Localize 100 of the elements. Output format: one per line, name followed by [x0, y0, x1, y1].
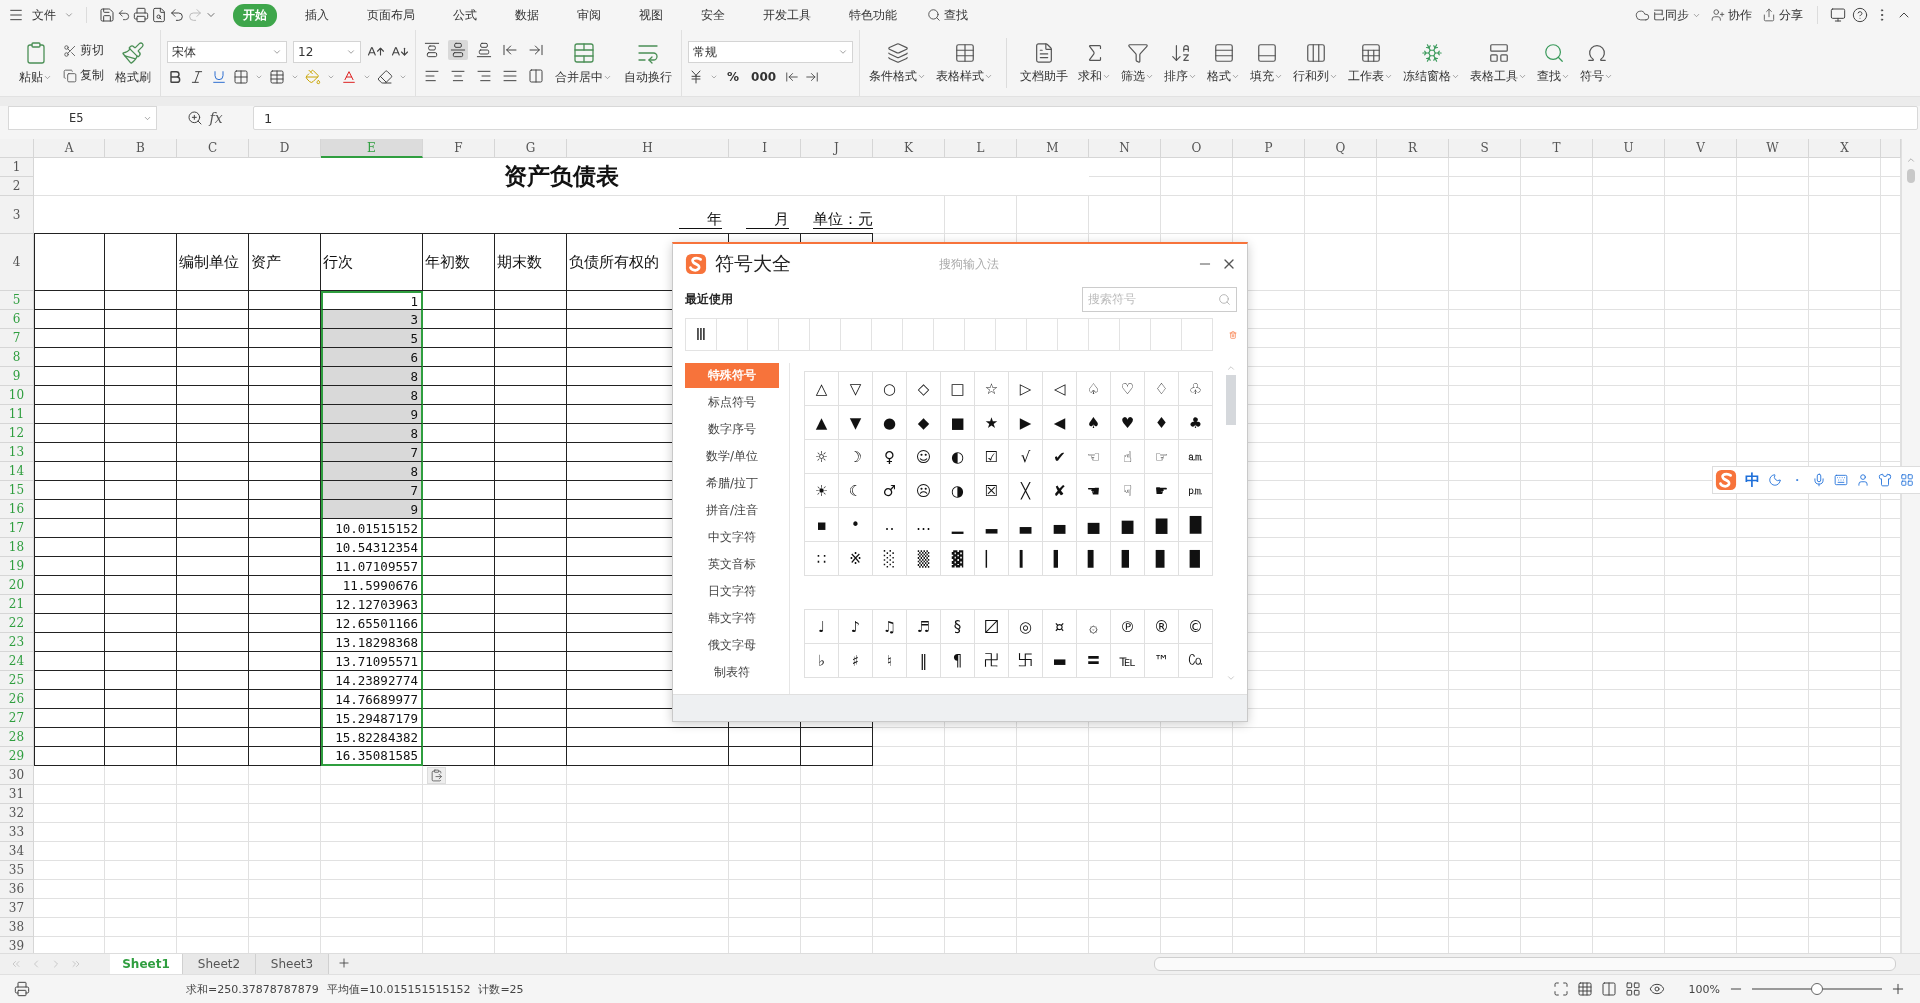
- category-item[interactable]: 韩文字符: [685, 606, 779, 631]
- eraser-icon[interactable]: [377, 69, 393, 85]
- input-mode[interactable]: 中: [1745, 470, 1760, 490]
- symbol-button[interactable]: ۞: [1077, 610, 1111, 644]
- symbol-button[interactable]: ◆: [907, 406, 941, 440]
- first-sheet-icon[interactable]: [10, 958, 22, 970]
- wrap-text-button[interactable]: 自动换行: [621, 38, 675, 88]
- fill-down-icon[interactable]: [1255, 41, 1278, 64]
- normal-view-icon[interactable]: [1576, 981, 1593, 997]
- column-header[interactable]: C: [177, 139, 249, 158]
- columns-icon[interactable]: [1304, 41, 1327, 64]
- cell-style-icon[interactable]: [269, 69, 285, 85]
- symbol-button[interactable]: ♤: [1077, 372, 1111, 406]
- symbol-button[interactable]: ▲: [805, 406, 839, 440]
- ribbon-tab[interactable]: 插入: [295, 3, 339, 27]
- ribbon-tab[interactable]: 数据: [505, 3, 549, 27]
- copy-icon[interactable]: [63, 68, 77, 83]
- border-icon[interactable]: [233, 69, 249, 85]
- increase-decimal-icon[interactable]: [785, 70, 800, 84]
- formula-input[interactable]: 1: [253, 106, 1918, 130]
- ribbon-tool-button[interactable]: 工作表: [1345, 39, 1396, 87]
- symbol-button[interactable]: ■: [941, 406, 975, 440]
- zoom-level[interactable]: 100%: [1688, 982, 1720, 996]
- align-bottom-icon[interactable]: [476, 42, 492, 58]
- font-size-select[interactable]: 12: [293, 41, 361, 63]
- ribbon-tool-button[interactable]: 表格工具: [1467, 39, 1530, 87]
- symbol-button[interactable]: ☑: [975, 440, 1009, 474]
- search-icon[interactable]: [927, 8, 941, 22]
- scroll-thumb[interactable]: [1907, 169, 1915, 183]
- symbol-button[interactable]: ☀: [805, 474, 839, 508]
- column-header[interactable]: L: [945, 139, 1017, 158]
- collaborate-button[interactable]: 协作: [1709, 5, 1754, 25]
- ribbon-tool-button[interactable]: 文档助手: [1017, 39, 1071, 87]
- column-header[interactable]: H: [567, 139, 729, 158]
- scissors-icon[interactable]: [63, 43, 77, 58]
- symbol-button[interactable]: ¶: [941, 644, 975, 678]
- share-button[interactable]: 分享: [1760, 5, 1805, 25]
- symbol-button[interactable]: ▉: [1179, 542, 1213, 576]
- layout-icon[interactable]: [1624, 981, 1641, 997]
- row-header[interactable]: 34: [0, 842, 34, 861]
- table-icon[interactable]: [953, 41, 976, 64]
- category-item[interactable]: 数字序号: [685, 417, 779, 442]
- merge-button[interactable]: 合并居中: [552, 38, 615, 88]
- ribbon-tool-button[interactable]: 格式: [1204, 39, 1243, 87]
- sheet-icon[interactable]: [1359, 41, 1382, 64]
- symbol-button[interactable]: ▪: [805, 508, 839, 542]
- ribbon-tool-button[interactable]: 筛选: [1118, 39, 1157, 87]
- page-view-icon[interactable]: [1600, 981, 1617, 997]
- paste-options-icon[interactable]: [427, 767, 446, 784]
- category-item[interactable]: 数学/单位: [685, 444, 779, 469]
- zoom-icon[interactable]: [187, 110, 204, 126]
- symbol-button[interactable]: ☺: [907, 440, 941, 474]
- zoom-in-icon[interactable]: [1890, 981, 1906, 997]
- symbol-button[interactable]: ♬: [907, 610, 941, 644]
- symbol-button[interactable]: ㏂: [1179, 440, 1213, 474]
- symbol-button[interactable]: ▎: [1009, 542, 1043, 576]
- horizontal-scrollbar[interactable]: [1154, 957, 1896, 971]
- font-color-icon[interactable]: [341, 69, 357, 85]
- symbol-button[interactable]: ▁: [941, 508, 975, 542]
- row-header[interactable]: 31: [0, 785, 34, 804]
- filter-icon[interactable]: [1126, 41, 1149, 64]
- symbol-button[interactable]: ∷: [805, 542, 839, 576]
- symbol-button[interactable]: ☒: [975, 474, 1009, 508]
- caret-icon[interactable]: [399, 73, 407, 81]
- align-left-icon[interactable]: [424, 68, 440, 84]
- category-item[interactable]: 俄文字母: [685, 633, 779, 658]
- column-header[interactable]: B: [105, 139, 177, 158]
- symbol-button[interactable]: ♯: [839, 644, 873, 678]
- keyboard-icon[interactable]: [1834, 473, 1848, 487]
- align-top-icon[interactable]: [424, 42, 440, 58]
- scroll-up-icon[interactable]: [1906, 155, 1916, 165]
- share-icon[interactable]: [1762, 8, 1776, 22]
- ribbon-tab[interactable]: 安全: [691, 3, 735, 27]
- increase-indent-icon[interactable]: [528, 42, 544, 58]
- font-name-select[interactable]: 宋体: [167, 41, 287, 63]
- symbol-button[interactable]: ♭: [805, 644, 839, 678]
- symbol-button[interactable]: ▊: [1145, 542, 1179, 576]
- symbol-button[interactable]: ★: [975, 406, 1009, 440]
- help-icon[interactable]: [1852, 7, 1868, 23]
- column-header[interactable]: S: [1449, 139, 1521, 158]
- sheet-tab[interactable]: Sheet2: [183, 954, 256, 974]
- category-item[interactable]: 中文字符: [685, 525, 779, 550]
- column-header[interactable]: J: [801, 139, 873, 158]
- currency-icon[interactable]: [688, 69, 704, 85]
- status-icon[interactable]: [14, 981, 30, 997]
- ribbon-tool-button[interactable]: 求和: [1075, 39, 1114, 87]
- copy-button[interactable]: 复制: [61, 66, 106, 85]
- add-sheet-icon[interactable]: [337, 955, 351, 970]
- row-header[interactable]: 4: [0, 234, 34, 291]
- symbol-button[interactable]: ▏: [975, 542, 1009, 576]
- row-header[interactable]: 37: [0, 899, 34, 918]
- symbol-button[interactable]: ™: [1145, 644, 1179, 678]
- search-button[interactable]: 查找: [925, 5, 970, 25]
- symbol-button[interactable]: ░: [873, 542, 907, 576]
- symbol-button[interactable]: ♥: [1111, 406, 1145, 440]
- symbol-button[interactable]: ☝: [1111, 440, 1145, 474]
- caret-icon[interactable]: [64, 10, 74, 20]
- vertical-scrollbar[interactable]: [1901, 139, 1920, 953]
- symbol-button[interactable]: ♂: [873, 474, 907, 508]
- ribbon-tool-button[interactable]: 表格样式: [933, 39, 996, 87]
